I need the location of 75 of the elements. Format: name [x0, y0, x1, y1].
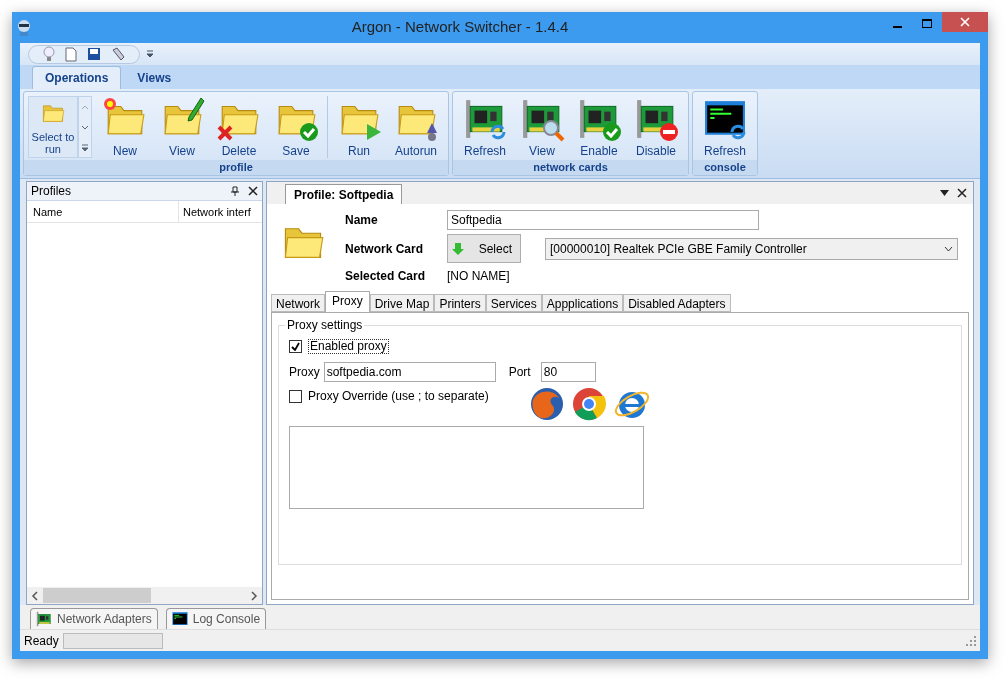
close-icon: [960, 17, 970, 27]
column-header[interactable]: Name: [27, 201, 179, 222]
card-dropdown[interactable]: [00000010] Realtek PCIe GBE Family Controller: [545, 237, 958, 260]
pencil-icon: [187, 96, 205, 122]
field-label: Selected Card: [345, 268, 427, 285]
status-text: Ready: [24, 632, 59, 650]
chrome-icon[interactable]: [570, 386, 607, 422]
lightbulb-icon[interactable]: [43, 46, 55, 62]
ribbon-tab[interactable]: Views: [125, 66, 184, 89]
tab[interactable]: Printers: [434, 294, 486, 312]
magnifier-icon: [541, 118, 565, 142]
column-header[interactable]: Network interf: [179, 201, 255, 222]
ribbon-button[interactable]: Delete: [211, 96, 267, 158]
close-icon[interactable]: [248, 186, 258, 196]
ribbon-button[interactable]: Refresh: [697, 96, 753, 158]
field-label: Proxy: [289, 364, 320, 381]
group-label: profile: [24, 160, 448, 175]
tab[interactable]: Services: [485, 294, 542, 312]
document-tab[interactable]: Profile: Softpedia: [285, 184, 403, 204]
window-title: Argon - Network Switcher - 1.4.4: [350, 17, 570, 38]
tab[interactable]: Drive Map: [369, 294, 435, 312]
ribbon-tab[interactable]: Operations: [32, 66, 122, 89]
check-icon: [291, 341, 300, 351]
ribbon-button[interactable]: View: [514, 96, 570, 158]
group-label: console: [693, 160, 757, 175]
ribbon-button[interactable]: Refresh: [457, 96, 513, 158]
pane-tab[interactable]: Log Console: [165, 608, 267, 629]
checkbox-label: Proxy Override (use ; to separate): [308, 388, 489, 405]
tab[interactable]: Network: [271, 294, 325, 312]
arrow-down-icon: [452, 241, 464, 256]
ribbon-button[interactable]: Enable: [571, 96, 627, 158]
ribbon-button[interactable]: View: [154, 96, 210, 158]
play-icon: [364, 122, 382, 142]
refresh-icon: [488, 122, 508, 142]
chevron-down-icon: [944, 245, 953, 252]
horizontal-scrollbar[interactable]: [27, 587, 262, 604]
ribbon-button[interactable]: Disable: [628, 96, 684, 158]
document-icon[interactable]: [65, 46, 77, 62]
proxy-field[interactable]: softpedia.com: [323, 362, 496, 382]
check-icon: [299, 122, 319, 142]
pane-tab[interactable]: Network Adapters: [30, 608, 158, 629]
ribbon-button[interactable]: New: [97, 96, 153, 158]
select-button[interactable]: Select: [447, 234, 521, 263]
checkbox[interactable]: [289, 389, 302, 403]
tab[interactable]: Appplications: [541, 294, 624, 312]
tab[interactable]: Proxy: [325, 291, 370, 312]
field-label: Network Card: [345, 240, 425, 258]
ribbon-button[interactable]: Autorun: [388, 96, 444, 158]
ribbon-button[interactable]: Save: [268, 96, 324, 158]
dropdown-icon[interactable]: [146, 50, 154, 58]
select-to-run-button[interactable]: Select to run: [28, 96, 78, 158]
network-card-icon: [36, 611, 52, 627]
close-icon[interactable]: [957, 188, 967, 198]
save-icon[interactable]: [87, 47, 101, 61]
selected-card-value: [NO NAME]: [447, 268, 511, 285]
close-icon: [216, 124, 234, 142]
checkbox-label: Enabled proxy: [308, 338, 389, 354]
refresh-icon: [728, 122, 748, 142]
field-label: Port: [508, 364, 531, 381]
no-entry-icon: [659, 122, 679, 142]
console-icon: [171, 611, 188, 627]
checkbox[interactable]: [289, 339, 302, 353]
pin-icon[interactable]: [230, 186, 240, 196]
app-icon: [16, 18, 32, 37]
check-icon: [602, 122, 622, 142]
ribbon-button[interactable]: Run: [331, 96, 387, 158]
group-title: Proxy settings: [285, 318, 365, 332]
port-field[interactable]: 80: [540, 362, 596, 382]
resize-grip-icon[interactable]: [966, 635, 976, 646]
name-field[interactable]: Softpedia: [447, 210, 759, 230]
dropdown-icon[interactable]: [940, 190, 949, 196]
group-label: network cards: [453, 160, 688, 175]
pane-title: Profiles: [31, 183, 71, 200]
tab[interactable]: Disabled Adapters: [623, 294, 731, 312]
field-label: Name: [345, 212, 379, 229]
